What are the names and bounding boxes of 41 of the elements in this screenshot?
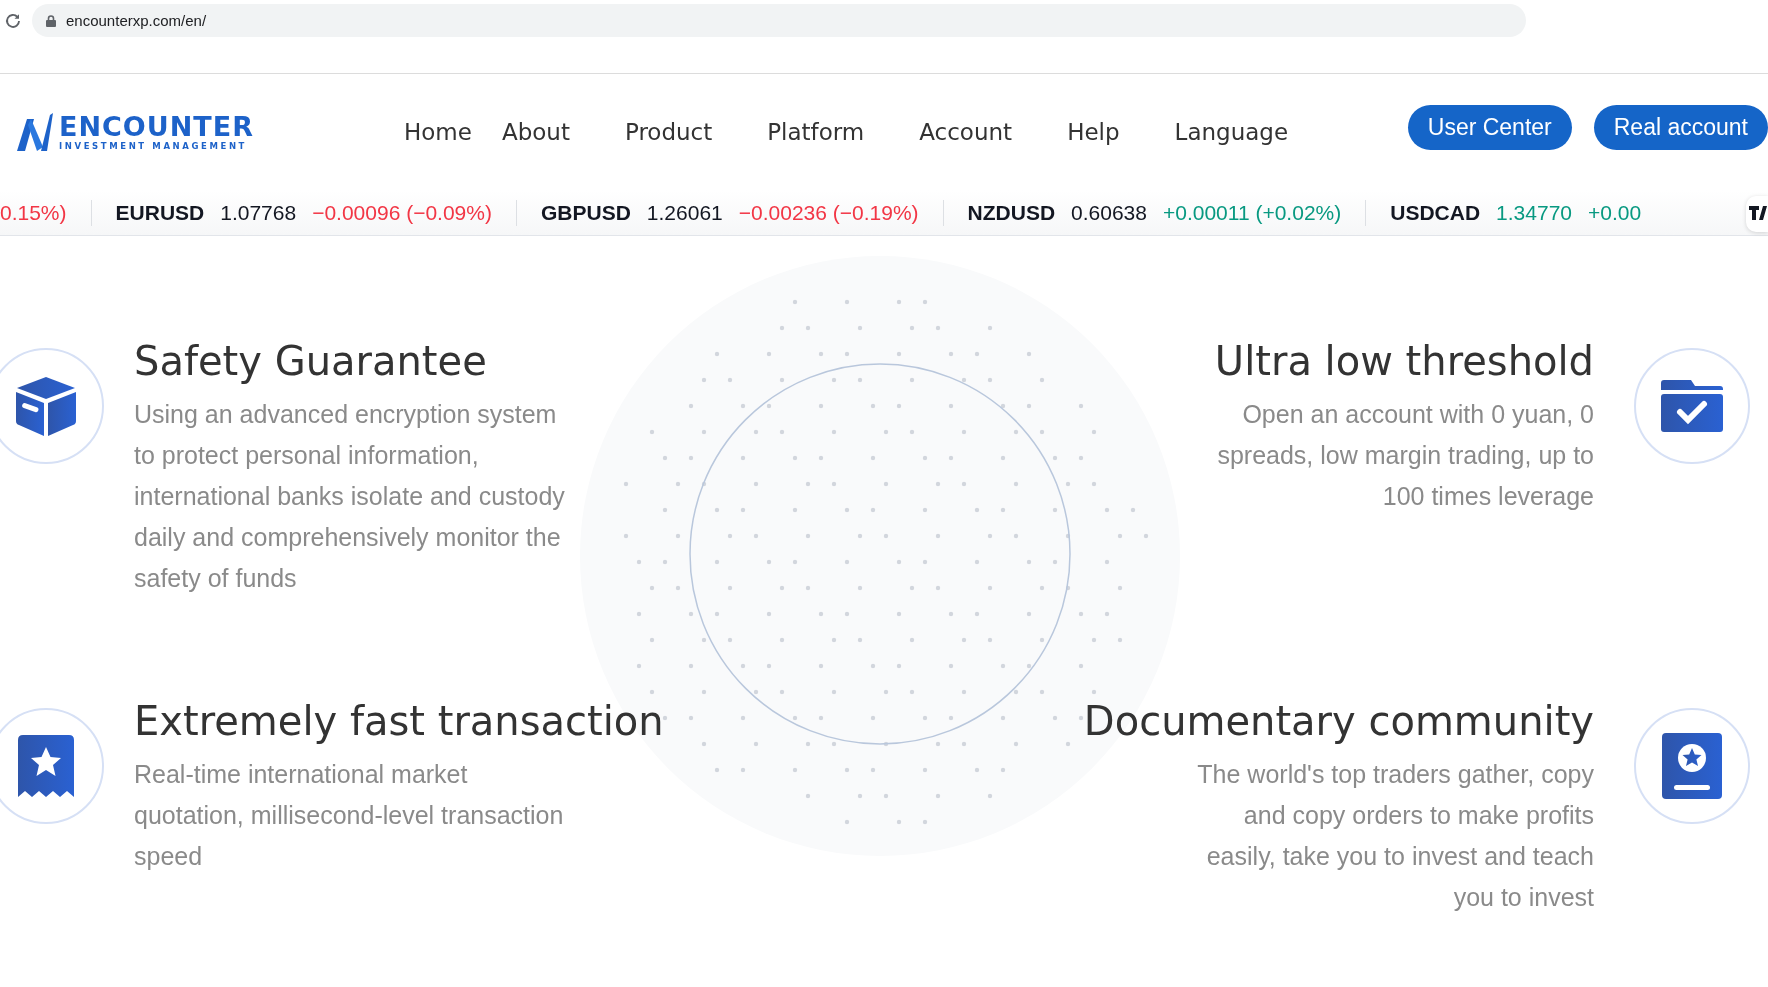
nav-link[interactable]: About [501, 119, 570, 145]
url-text: encounterxp.com/en/ [66, 12, 207, 29]
ticker-change: −0.00236 (−0.19%) [738, 200, 919, 225]
box-icon [14, 375, 78, 437]
logo-mark-icon [17, 113, 53, 151]
ticker-change: +0.00011 (+0.02%) [1163, 200, 1342, 225]
ticker-change: 0.15%) [0, 200, 67, 225]
ticket-star-icon [18, 735, 74, 797]
feature-text: Real-time international market quotation, millisecond-level transaction speed [134, 759, 565, 872]
ticker-symbol[interactable]: USDCAD [1390, 200, 1481, 225]
address-bar[interactable]: encounterxp.com/en/ [32, 4, 1526, 37]
header-button[interactable]: User Center [1407, 104, 1572, 150]
ticker-change: −0.00096 (−0.09%) [312, 200, 492, 225]
chart-logo-icon[interactable] [1746, 196, 1768, 232]
ticker-price: 1.26061 [646, 200, 723, 225]
feature-text: The world's top traders gather, copy and copy orders to make profits easily, take you to invest and teach you to invest [1196, 759, 1594, 913]
nav-link[interactable]: Platform [767, 119, 865, 145]
feature-text: Open an account with 0 yuan, 0 spreads, low margin trading, up to 100 times leverage [1216, 399, 1594, 512]
nav-link[interactable]: Language [1174, 119, 1289, 145]
ticker-price: 1.34770 [1496, 200, 1572, 225]
nav-link[interactable]: Account [919, 119, 1013, 145]
feature-title: Extremely fast transaction [134, 697, 664, 746]
feature-title: Safety Guarantee [134, 337, 487, 386]
feature-title: Ultra low threshold [1214, 337, 1594, 386]
ticker-symbol[interactable]: GBPUSD [540, 200, 631, 225]
ticker-price: 1.07768 [220, 200, 297, 225]
ticker-symbol[interactable]: NZDUSD [967, 200, 1056, 225]
nav-link[interactable]: Home [404, 119, 472, 145]
reload-icon[interactable] [4, 12, 22, 30]
ticker-symbol[interactable]: EURUSD [115, 200, 205, 225]
folder-check-icon [1661, 380, 1723, 432]
lock-icon [46, 14, 56, 27]
ticker-change: +0.00 [1588, 200, 1642, 225]
ticker-price: 0.60638 [1071, 200, 1147, 225]
feature-text: Using an advanced encryption system to protect personal information, international banks isolate and custody daily and comprehensively monitor the safety of funds [134, 399, 566, 594]
header-button[interactable]: Real account [1593, 104, 1768, 150]
brand-tagline: INVESTMENT MANAGEMENT [59, 142, 248, 151]
feature-title: Documentary community [1083, 697, 1594, 746]
nav-link[interactable]: Help [1067, 119, 1120, 145]
brand-name: ENCOUNTER [59, 113, 254, 141]
nav-link[interactable]: Product [624, 119, 713, 145]
